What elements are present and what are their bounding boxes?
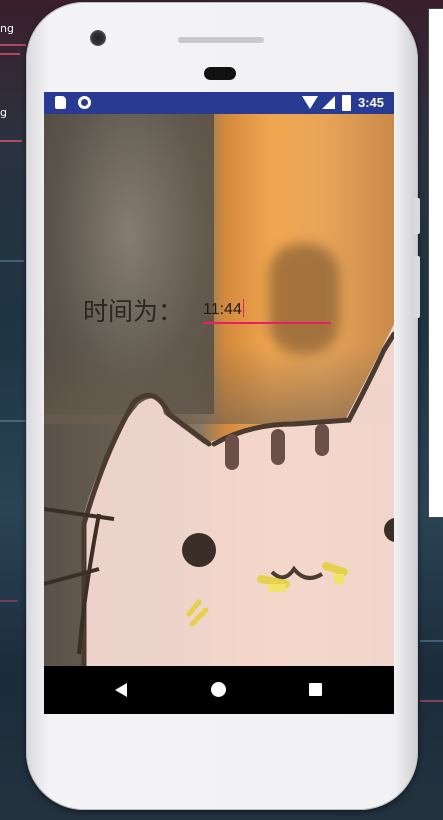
speaker-grille [178, 37, 264, 43]
battery-icon [342, 95, 351, 111]
side-panel [428, 8, 443, 518]
text-cursor [242, 299, 244, 317]
recent-apps-icon[interactable] [309, 683, 322, 696]
app-content: 时间为： 11:44 [44, 114, 394, 666]
desktop-text: g [0, 106, 7, 119]
status-bar: 3:45 [44, 92, 394, 114]
time-label: 时间为： [83, 297, 184, 326]
navigation-bar [44, 666, 394, 714]
desktop-text: ng [0, 22, 14, 35]
home-icon[interactable] [211, 682, 226, 697]
signal-icon [322, 96, 335, 109]
volume-button[interactable] [414, 256, 420, 318]
front-camera [90, 30, 106, 46]
sd-card-icon [55, 96, 66, 109]
status-time: 3:45 [358, 95, 385, 110]
time-value: 11:44 [203, 301, 242, 318]
phone-screen: 3:45 时间为： 11:44 [44, 92, 394, 714]
back-icon[interactable] [115, 683, 127, 697]
wifi-icon [302, 96, 318, 109]
circle-icon [78, 96, 91, 109]
cat-illustration [44, 324, 394, 666]
power-button[interactable] [414, 198, 420, 234]
earpiece [204, 67, 236, 80]
time-input[interactable]: 11:44 [203, 296, 331, 324]
